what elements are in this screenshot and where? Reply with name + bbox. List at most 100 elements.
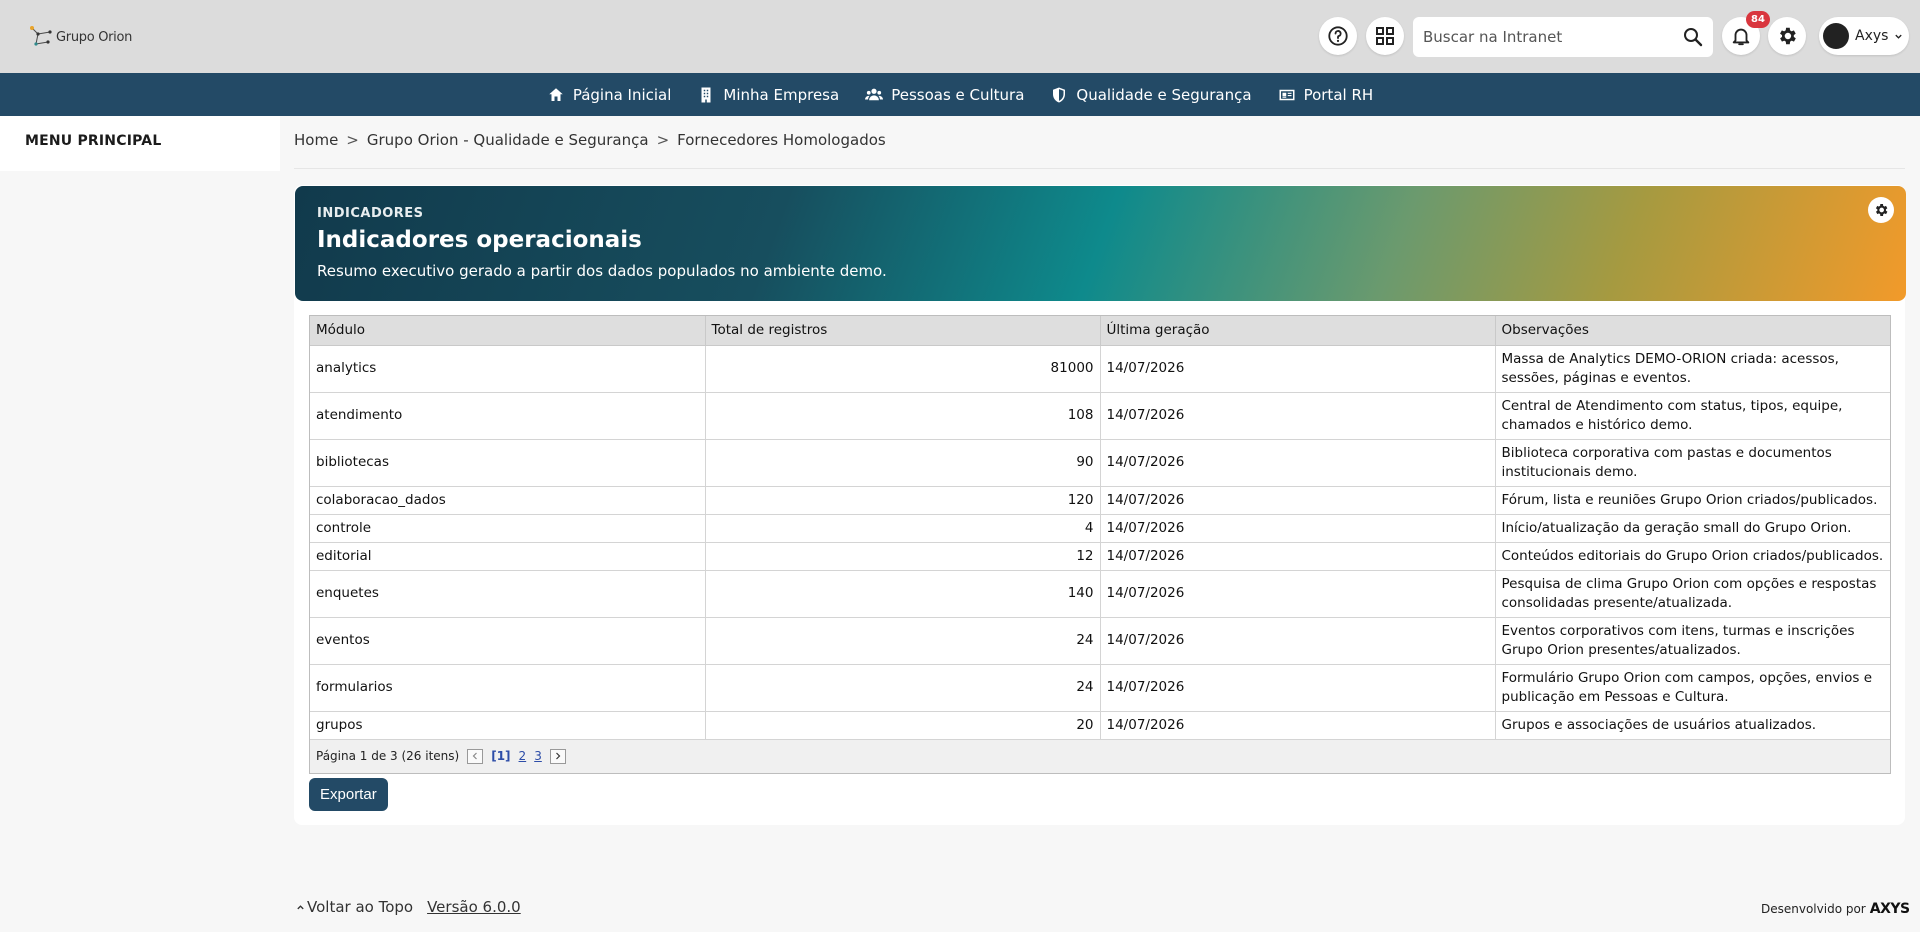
nav-item-pagina-inicial[interactable]: Página Inicial <box>534 73 685 116</box>
cell-modulo: editorial <box>310 542 706 571</box>
cell-data: 14/07/2026 <box>1100 711 1496 740</box>
indicators-grid: Módulo Total de registros Última geração… <box>309 315 1891 774</box>
logo-text: Grupo Orion <box>56 29 133 45</box>
nav-item-pessoas-e-cultura[interactable]: Pessoas e Cultura <box>852 73 1037 116</box>
cell-data: 14/07/2026 <box>1100 570 1496 618</box>
cell-modulo: colaboracao_dados <box>310 486 706 515</box>
cell-total: 4 <box>705 514 1101 543</box>
pager: Página 1 de 3 (26 itens) [1] 2 3 <box>310 739 1890 773</box>
nav-item-label: Pessoas e Cultura <box>891 85 1025 104</box>
chevron-down-icon <box>1895 34 1903 39</box>
nav-item-portal-rh[interactable]: Portal RH <box>1265 73 1387 116</box>
chevron-left-icon <box>472 752 478 760</box>
top-bar: Grupo Orion 84 Axys <box>0 0 1920 73</box>
column-header-observacoes[interactable]: Observações <box>1495 316 1890 346</box>
table-row[interactable]: atendimento 108 14/07/2026 Central de At… <box>310 392 1890 440</box>
pager-next-button[interactable] <box>549 748 566 764</box>
version-link[interactable]: Versão 6.0.0 <box>427 898 521 916</box>
people-icon <box>865 88 884 100</box>
cell-modulo: analytics <box>310 345 706 393</box>
pager-current-page: [1] <box>491 749 511 763</box>
breadcrumb-section[interactable]: Grupo Orion - Qualidade e Segurança <box>367 131 649 149</box>
banner-label: INDICADORES <box>317 206 424 221</box>
pager-page-link[interactable]: 3 <box>534 749 542 763</box>
sidebar-title[interactable]: MENU PRINCIPAL <box>25 133 161 149</box>
cell-data: 14/07/2026 <box>1100 664 1496 712</box>
user-menu[interactable]: Axys <box>1819 17 1909 55</box>
table-row[interactable]: formularios 24 14/07/2026 Formulário Gru… <box>310 664 1890 712</box>
cell-modulo: atendimento <box>310 392 706 440</box>
main-navigation: Página Inicial Minha Empresa Pessoas e C… <box>0 73 1920 116</box>
cell-data: 14/07/2026 <box>1100 486 1496 515</box>
table-row[interactable]: colaboracao_dados 120 14/07/2026 Fórum, … <box>310 486 1890 515</box>
cell-data: 14/07/2026 <box>1100 392 1496 440</box>
indicators-table: Módulo Total de registros Última geração… <box>310 316 1890 740</box>
table-row[interactable]: enquetes 140 14/07/2026 Pesquisa de clim… <box>310 570 1890 618</box>
cell-modulo: grupos <box>310 711 706 740</box>
breadcrumb-current: Fornecedores Homologados <box>677 131 886 149</box>
nav-item-qualidade-e-seguranca[interactable]: Qualidade e Segurança <box>1037 73 1264 116</box>
breadcrumb-separator: > <box>346 131 359 149</box>
cell-observacoes: Pesquisa de clima Grupo Orion com opções… <box>1495 570 1890 618</box>
chevron-up-icon <box>297 904 304 909</box>
grid-apps-icon <box>1376 27 1394 45</box>
pager-summary: Página 1 de 3 (26 itens) <box>316 749 460 763</box>
breadcrumb-home[interactable]: Home <box>294 131 338 149</box>
column-header-modulo[interactable]: Módulo <box>310 316 706 346</box>
table-row[interactable]: editorial 12 14/07/2026 Conteúdos editor… <box>310 542 1890 571</box>
user-name: Axys <box>1855 28 1889 44</box>
table-row[interactable]: grupos 20 14/07/2026 Grupos e associaçõe… <box>310 711 1890 740</box>
cell-data: 14/07/2026 <box>1100 617 1496 665</box>
cell-total: 12 <box>705 542 1101 571</box>
cell-modulo: bibliotecas <box>310 439 706 487</box>
export-button[interactable]: Exportar <box>309 778 388 811</box>
cell-data: 14/07/2026 <box>1100 439 1496 487</box>
table-row[interactable]: eventos 24 14/07/2026 Eventos corporativ… <box>310 617 1890 665</box>
banner-settings-button[interactable] <box>1868 197 1894 223</box>
table-row[interactable]: analytics 81000 14/07/2026 Massa de Anal… <box>310 345 1890 393</box>
banner-subtitle: Resumo executivo gerado a partir dos dad… <box>317 262 887 280</box>
bell-icon <box>1732 28 1750 46</box>
pager-prev-button[interactable] <box>467 748 484 764</box>
table-row[interactable]: controle 4 14/07/2026 Início/atualização… <box>310 514 1890 543</box>
developed-by-text: Desenvolvido por <box>1761 902 1866 916</box>
table-row[interactable]: bibliotecas 90 14/07/2026 Biblioteca cor… <box>310 439 1890 487</box>
cell-observacoes: Grupos e associações de usuários atualiz… <box>1495 711 1890 740</box>
breadcrumb: Home > Grupo Orion - Qualidade e Seguran… <box>294 131 886 149</box>
column-header-ultima-geracao[interactable]: Última geração <box>1100 316 1496 346</box>
cell-total: 120 <box>705 486 1101 515</box>
breadcrumb-divider <box>294 168 1905 169</box>
cell-observacoes: Eventos corporativos com itens, turmas e… <box>1495 617 1890 665</box>
axys-logo[interactable]: AXYS <box>1870 901 1910 917</box>
help-icon <box>1328 26 1348 46</box>
breadcrumb-separator: > <box>656 131 670 149</box>
apps-button[interactable] <box>1366 17 1404 55</box>
logo[interactable]: Grupo Orion <box>28 24 132 50</box>
cell-total: 24 <box>705 664 1101 712</box>
nav-item-label: Minha Empresa <box>723 85 840 104</box>
notification-count-badge: 84 <box>1746 11 1770 28</box>
back-to-top-link[interactable]: Voltar ao Topo <box>296 898 413 916</box>
cell-observacoes: Formulário Grupo Orion com campos, opçõe… <box>1495 664 1890 712</box>
footer-credits: Desenvolvido por AXYS <box>1761 901 1910 917</box>
gear-icon <box>1780 27 1796 45</box>
nav-item-minha-empresa[interactable]: Minha Empresa <box>684 73 852 116</box>
cell-data: 14/07/2026 <box>1100 542 1496 571</box>
banner-title: Indicadores operacionais <box>317 227 642 253</box>
cell-observacoes: Biblioteca corporativa com pastas e docu… <box>1495 439 1890 487</box>
help-button[interactable] <box>1319 17 1357 55</box>
id-card-icon <box>1279 89 1295 100</box>
pager-page-link[interactable]: 2 <box>519 749 527 763</box>
cell-total: 108 <box>705 392 1101 440</box>
cell-data: 14/07/2026 <box>1100 345 1496 393</box>
search-input[interactable] <box>1423 28 1683 46</box>
search-box <box>1413 17 1713 57</box>
settings-button[interactable] <box>1768 17 1806 55</box>
cell-total: 90 <box>705 439 1101 487</box>
cell-modulo: eventos <box>310 617 706 665</box>
column-header-total[interactable]: Total de registros <box>705 316 1101 346</box>
cell-total: 24 <box>705 617 1101 665</box>
cell-modulo: formularios <box>310 664 706 712</box>
cell-observacoes: Fórum, lista e reuniões Grupo Orion cria… <box>1495 486 1890 515</box>
search-icon[interactable] <box>1683 27 1703 47</box>
